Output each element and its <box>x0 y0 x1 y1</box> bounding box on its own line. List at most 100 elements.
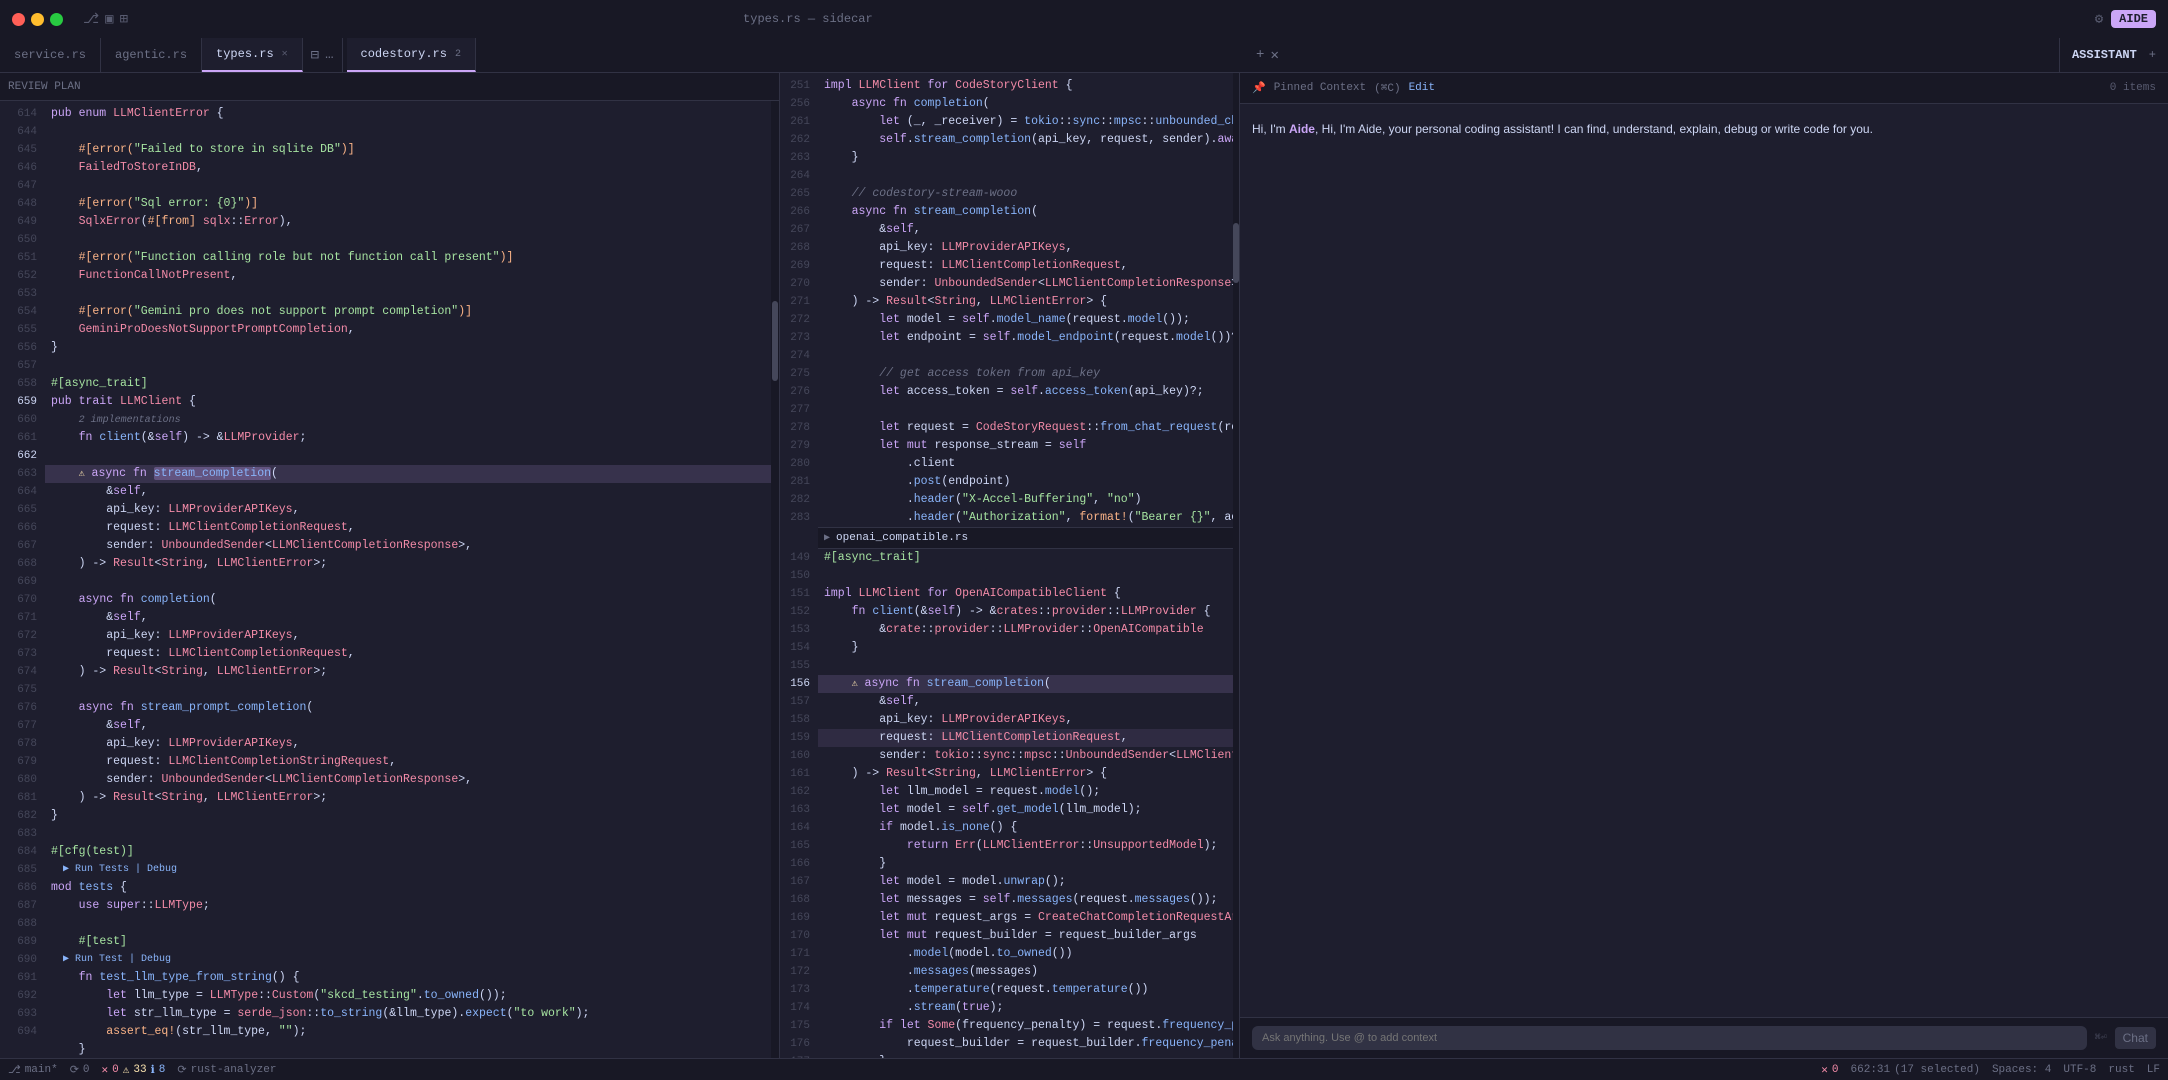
code-line-672: request: LLMClientCompletionRequest, <box>45 645 771 663</box>
ln-690: 690 <box>0 951 45 969</box>
sln-269: 269 <box>780 257 818 275</box>
ln-659: 659 <box>0 393 45 411</box>
more-tabs-icon[interactable]: … <box>325 47 333 63</box>
s-line-279: let mut response_stream = self <box>818 437 1233 455</box>
sync-counts: 0 <box>83 1064 90 1076</box>
code-line-687: #[test] <box>45 933 771 951</box>
status-errors[interactable]: ✕ 0 ⚠ 33 ℹ 8 <box>102 1063 166 1077</box>
sln-265: 265 <box>780 185 818 203</box>
sln-174: 174 <box>780 999 818 1017</box>
tab-label-types: types.rs <box>216 47 274 61</box>
ln-684: 684 <box>0 843 45 861</box>
tab-types-rs[interactable]: types.rs ✕ <box>202 38 303 72</box>
main-content: REVIEW PLAN 614 644 645 646 647 648 649 … <box>0 73 2168 1058</box>
traffic-lights <box>12 13 63 26</box>
ln-614: 614 <box>0 105 45 123</box>
close-panel-icon[interactable]: ✕ <box>1270 47 1278 64</box>
lf-label: LF <box>2147 1064 2160 1076</box>
close-button[interactable] <box>12 13 25 26</box>
split-icon[interactable]: ⊞ <box>120 11 128 28</box>
left-editor-panel: REVIEW PLAN 614 644 645 646 647 648 649 … <box>0 73 780 1058</box>
ln-692: 692 <box>0 987 45 1005</box>
s-line-149: #[async_trait] <box>818 549 1233 567</box>
split-editor-icon[interactable]: ⊟ <box>311 47 319 64</box>
s-line-278: let request = CodeStoryRequest::from_cha… <box>818 419 1233 437</box>
s-line-161: ) -> Result<String, LLMClientError> { <box>818 765 1233 783</box>
code-line-647 <box>45 177 771 195</box>
sln-160: 160 <box>780 747 818 765</box>
left-tabbar-actions: ⊟ … <box>303 38 343 72</box>
sln-274: 274 <box>780 347 818 365</box>
s-line-168: let messages = self.messages(request.mes… <box>818 891 1233 909</box>
tab-codestory-rs[interactable]: codestory.rs 2 <box>347 38 476 72</box>
sln-278: 278 <box>780 419 818 437</box>
s-line-176: request_builder = request_builder.freque… <box>818 1035 1233 1053</box>
editor-header: REVIEW PLAN <box>0 73 779 101</box>
maximize-button[interactable] <box>50 13 63 26</box>
titlebar-icons: ⎇ ▣ ⊞ <box>83 11 128 28</box>
code-line-646: FailedToStoreInDB, <box>45 159 771 177</box>
code-line-688: fn test_llm_type_from_string() { <box>45 969 771 987</box>
layout-icon[interactable]: ▣ <box>105 11 113 28</box>
status-position[interactable]: 662:31 (17 selected) <box>1851 1064 1980 1076</box>
aide-messages: Hi, I'm Aide, Hi, I'm Aide, your persona… <box>1240 104 2168 1017</box>
s-line-173: .temperature(request.temperature()) <box>818 981 1233 999</box>
aide-panel: 📌 Pinned Context (⌘C) Edit 0 items Hi, I… <box>1240 73 2168 1058</box>
status-lf[interactable]: LF <box>2147 1064 2160 1076</box>
sln-256: 256 <box>780 95 818 113</box>
tab-service-rs[interactable]: service.rs <box>0 38 101 72</box>
s-line-163: let model = self.get_model(llm_model); <box>818 801 1233 819</box>
sln-251: 251 <box>780 77 818 95</box>
ln-666: 666 <box>0 519 45 537</box>
file2-divider: ▶ openai_compatible.rs <box>818 527 1233 549</box>
ln-646: 646 <box>0 159 45 177</box>
status-encoding[interactable]: UTF-8 <box>2063 1064 2096 1076</box>
sln-file2-label <box>780 527 818 549</box>
sln-167: 167 <box>780 873 818 891</box>
context-label: Pinned Context <box>1274 82 1366 94</box>
ln-670: 670 <box>0 591 45 609</box>
code-line-674 <box>45 681 771 699</box>
s-line-272: let model = self.model_name(request.mode… <box>818 311 1233 329</box>
code-line-660: fn client(&self) -> &LLMProvider; <box>45 429 771 447</box>
add-tab-icon[interactable]: + <box>1256 47 1264 63</box>
aide-send-button[interactable]: Chat <box>2115 1027 2156 1049</box>
code-line-676: &self, <box>45 717 771 735</box>
sln-166: 166 <box>780 855 818 873</box>
status-branch[interactable]: ⎇ main* <box>8 1063 58 1077</box>
s-line-159: request: LLMClientCompletionRequest, <box>818 729 1233 747</box>
s-line-154: } <box>818 639 1233 657</box>
code-line-659b: 2 implementations <box>45 411 771 429</box>
status-errors-right: ✕ 0 <box>1821 1063 1838 1077</box>
sln-157: 157 <box>780 693 818 711</box>
editor-scrollbar[interactable] <box>771 101 779 1058</box>
sln-165: 165 <box>780 837 818 855</box>
status-analyzer[interactable]: ⟳ rust-analyzer <box>177 1063 276 1077</box>
right-tabbar-actions: + ✕ <box>1248 38 1287 72</box>
settings-icon[interactable]: ⚙ <box>2095 11 2103 28</box>
minimize-button[interactable] <box>31 13 44 26</box>
s-line-274 <box>818 347 1233 365</box>
status-spaces[interactable]: Spaces: 4 <box>1992 1064 2051 1076</box>
sln-156: 156 <box>780 675 818 693</box>
tab-close-icon[interactable]: ✕ <box>282 48 288 60</box>
context-edit[interactable]: Edit <box>1409 82 1435 94</box>
sidebar-toggle-icon[interactable]: ⎇ <box>83 11 99 28</box>
sln-263: 263 <box>780 149 818 167</box>
sln-173: 173 <box>780 981 818 999</box>
sln-172: 172 <box>780 963 818 981</box>
status-sync[interactable]: ⟳ 0 <box>70 1063 90 1077</box>
ln-663: 663 <box>0 465 45 483</box>
sidecar-scrollbar[interactable] <box>1233 73 1239 1058</box>
tab-agentic-rs[interactable]: agentic.rs <box>101 38 202 72</box>
code-line-671: api_key: LLMProviderAPIKeys, <box>45 627 771 645</box>
s-line-160: sender: tokio::sync::mpsc::UnboundedSend… <box>818 747 1233 765</box>
status-language[interactable]: rust <box>2108 1064 2134 1076</box>
aide-add-button[interactable]: + <box>2149 48 2156 62</box>
ln-691: 691 <box>0 969 45 987</box>
ln-671: 671 <box>0 609 45 627</box>
sln-282: 282 <box>780 491 818 509</box>
aide-chat-input[interactable] <box>1252 1026 2087 1050</box>
code-line-666: sender: UnboundedSender<LLMClientComplet… <box>45 537 771 555</box>
ln-669: 669 <box>0 573 45 591</box>
